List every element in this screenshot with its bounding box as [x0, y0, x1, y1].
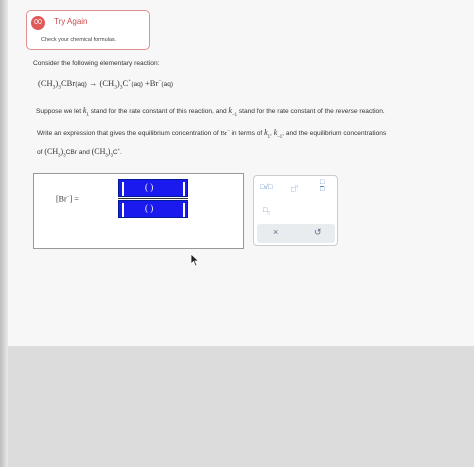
fraction-numerator-input[interactable]: ( )	[118, 179, 188, 197]
reaction-equation: (CH3)3CBr(aq) → (CH3)3C+(aq) +Br−(aq)	[38, 78, 173, 91]
answer-lhs: [Br−] =	[56, 194, 79, 204]
math-toolbox: □√□ □□ □ □ □□ × ↺	[253, 175, 338, 246]
fraction-bar	[118, 198, 188, 199]
instruction-line: Write an expression that gives the equil…	[37, 128, 387, 139]
instruction-line-2: of (CH3)3CBr and (CH3)3C+.	[37, 147, 122, 158]
left-edge-shadow	[0, 0, 8, 467]
answer-input-area[interactable]: [Br−] = ( ) ( )	[33, 173, 244, 249]
square-root-tool-icon[interactable]: □√□	[260, 184, 272, 191]
undo-button[interactable]: ↺	[314, 227, 322, 238]
alert-title: Try Again	[54, 17, 88, 26]
fraction-denominator-input[interactable]: ( )	[118, 200, 188, 218]
mouse-pointer-icon	[190, 253, 200, 267]
superscript-tool-icon[interactable]: □□	[291, 184, 298, 193]
rate-constant-definition: Suppose we let k1 stand for the rate con…	[36, 106, 385, 117]
text-cursor	[122, 182, 124, 196]
reaction-arrow: →	[88, 78, 98, 88]
clear-button[interactable]: ×	[273, 227, 278, 237]
try-again-alert: 00 Try Again Check your chemical formula…	[26, 10, 150, 50]
lower-panel	[0, 346, 474, 467]
alert-badge-icon: 00	[31, 16, 45, 30]
question-intro: Consider the following elementary reacti…	[33, 60, 160, 67]
alert-message: Check your chemical formulas.	[41, 37, 117, 43]
subscript-tool-icon[interactable]: □□	[263, 207, 270, 215]
fraction-tool-icon[interactable]: □ □	[320, 179, 325, 193]
toolbox-actions: × ↺	[257, 224, 335, 243]
